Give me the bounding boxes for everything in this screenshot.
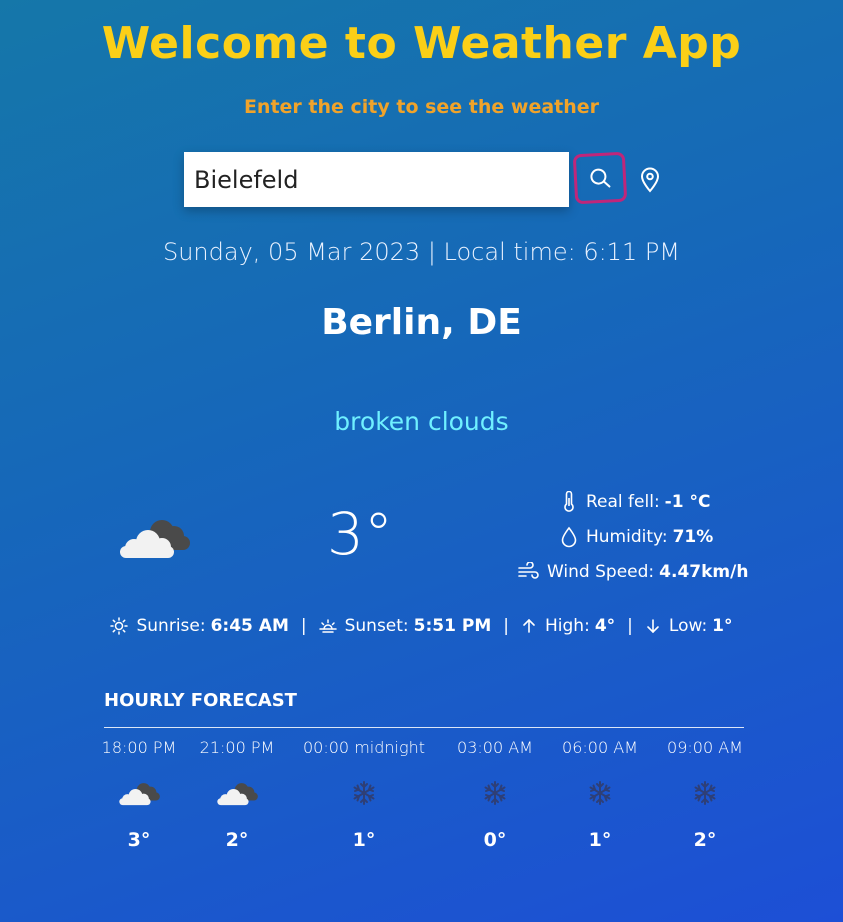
hourly-temperature: 2° — [225, 829, 249, 851]
hourly-time: 00:00 midnight — [303, 738, 425, 757]
hourly-time: 09:00 AM — [667, 738, 743, 757]
hourly-forecast-title: HOURLY FORECAST — [104, 690, 297, 711]
high-label: High: — [545, 616, 590, 636]
wind-icon — [518, 562, 539, 579]
arrow-down-icon — [647, 619, 659, 634]
real-feel-row: Real fell: -1 °C — [560, 488, 710, 516]
thermometer-icon — [564, 491, 574, 512]
sunrise-label: Sunrise: — [136, 616, 206, 636]
snowflake-icon — [294, 771, 434, 815]
date-local-time: Sunday, 05 Mar 2023 | Local time: 6:11 P… — [162, 238, 681, 266]
current-location-button[interactable] — [638, 166, 662, 194]
wind-row: Wind Speed: 4.47km/h — [517, 558, 748, 586]
hourly-temperature: 1° — [352, 829, 376, 851]
app-subtitle: Enter the city to see the weather — [243, 96, 600, 118]
app-title: Welcome to Weather App — [101, 18, 742, 69]
humidity-value: 71% — [672, 527, 714, 547]
separator: | — [627, 616, 633, 636]
city-search-input[interactable] — [184, 152, 569, 207]
hourly-temperature: 2° — [693, 829, 717, 851]
hourly-forecast-item: 00:00 midnight 1° — [294, 738, 434, 851]
low-value: 1° — [712, 616, 733, 636]
sunset-value: 5:51 PM — [413, 616, 492, 636]
real-feel-value: -1 °C — [664, 492, 711, 512]
search-icon — [590, 168, 611, 188]
arrow-up-icon — [523, 618, 535, 633]
broken-clouds-icon — [116, 512, 192, 566]
hourly-forecast-item: 09:00 AM 2° — [635, 738, 775, 851]
humidity-row: Humidity: 71% — [560, 523, 713, 551]
real-feel-label: Real fell: — [586, 492, 660, 512]
hourly-forecast-item: 21:00 PM 2° — [167, 738, 307, 851]
search-button[interactable] — [572, 151, 628, 205]
snowflake-icon — [635, 771, 775, 815]
divider — [104, 727, 744, 728]
high-value: 4° — [594, 616, 616, 636]
city-name: Berlin, DE — [321, 302, 522, 343]
weather-condition: broken clouds — [334, 407, 509, 436]
sunset-icon — [318, 619, 337, 633]
sunset-label: Sunset: — [344, 616, 409, 636]
wind-value: 4.47km/h — [659, 562, 749, 582]
humidity-label: Humidity: — [586, 527, 668, 547]
sunrise-value: 6:45 AM — [210, 616, 289, 636]
wind-label: Wind Speed: — [547, 562, 655, 582]
separator: | — [503, 616, 509, 636]
separator: | — [300, 616, 307, 636]
hourly-time: 21:00 PM — [199, 738, 275, 757]
broken-clouds-icon — [167, 771, 307, 815]
current-temperature: 3° — [327, 500, 393, 568]
map-pin-icon — [640, 167, 660, 193]
low-label: Low: — [668, 616, 708, 636]
water-drop-icon — [561, 526, 577, 548]
sun-icon — [110, 617, 129, 635]
sun-high-low-row: Sunrise: 6:45 AM | Sunset: 5:51 PM | Hig… — [0, 616, 843, 636]
